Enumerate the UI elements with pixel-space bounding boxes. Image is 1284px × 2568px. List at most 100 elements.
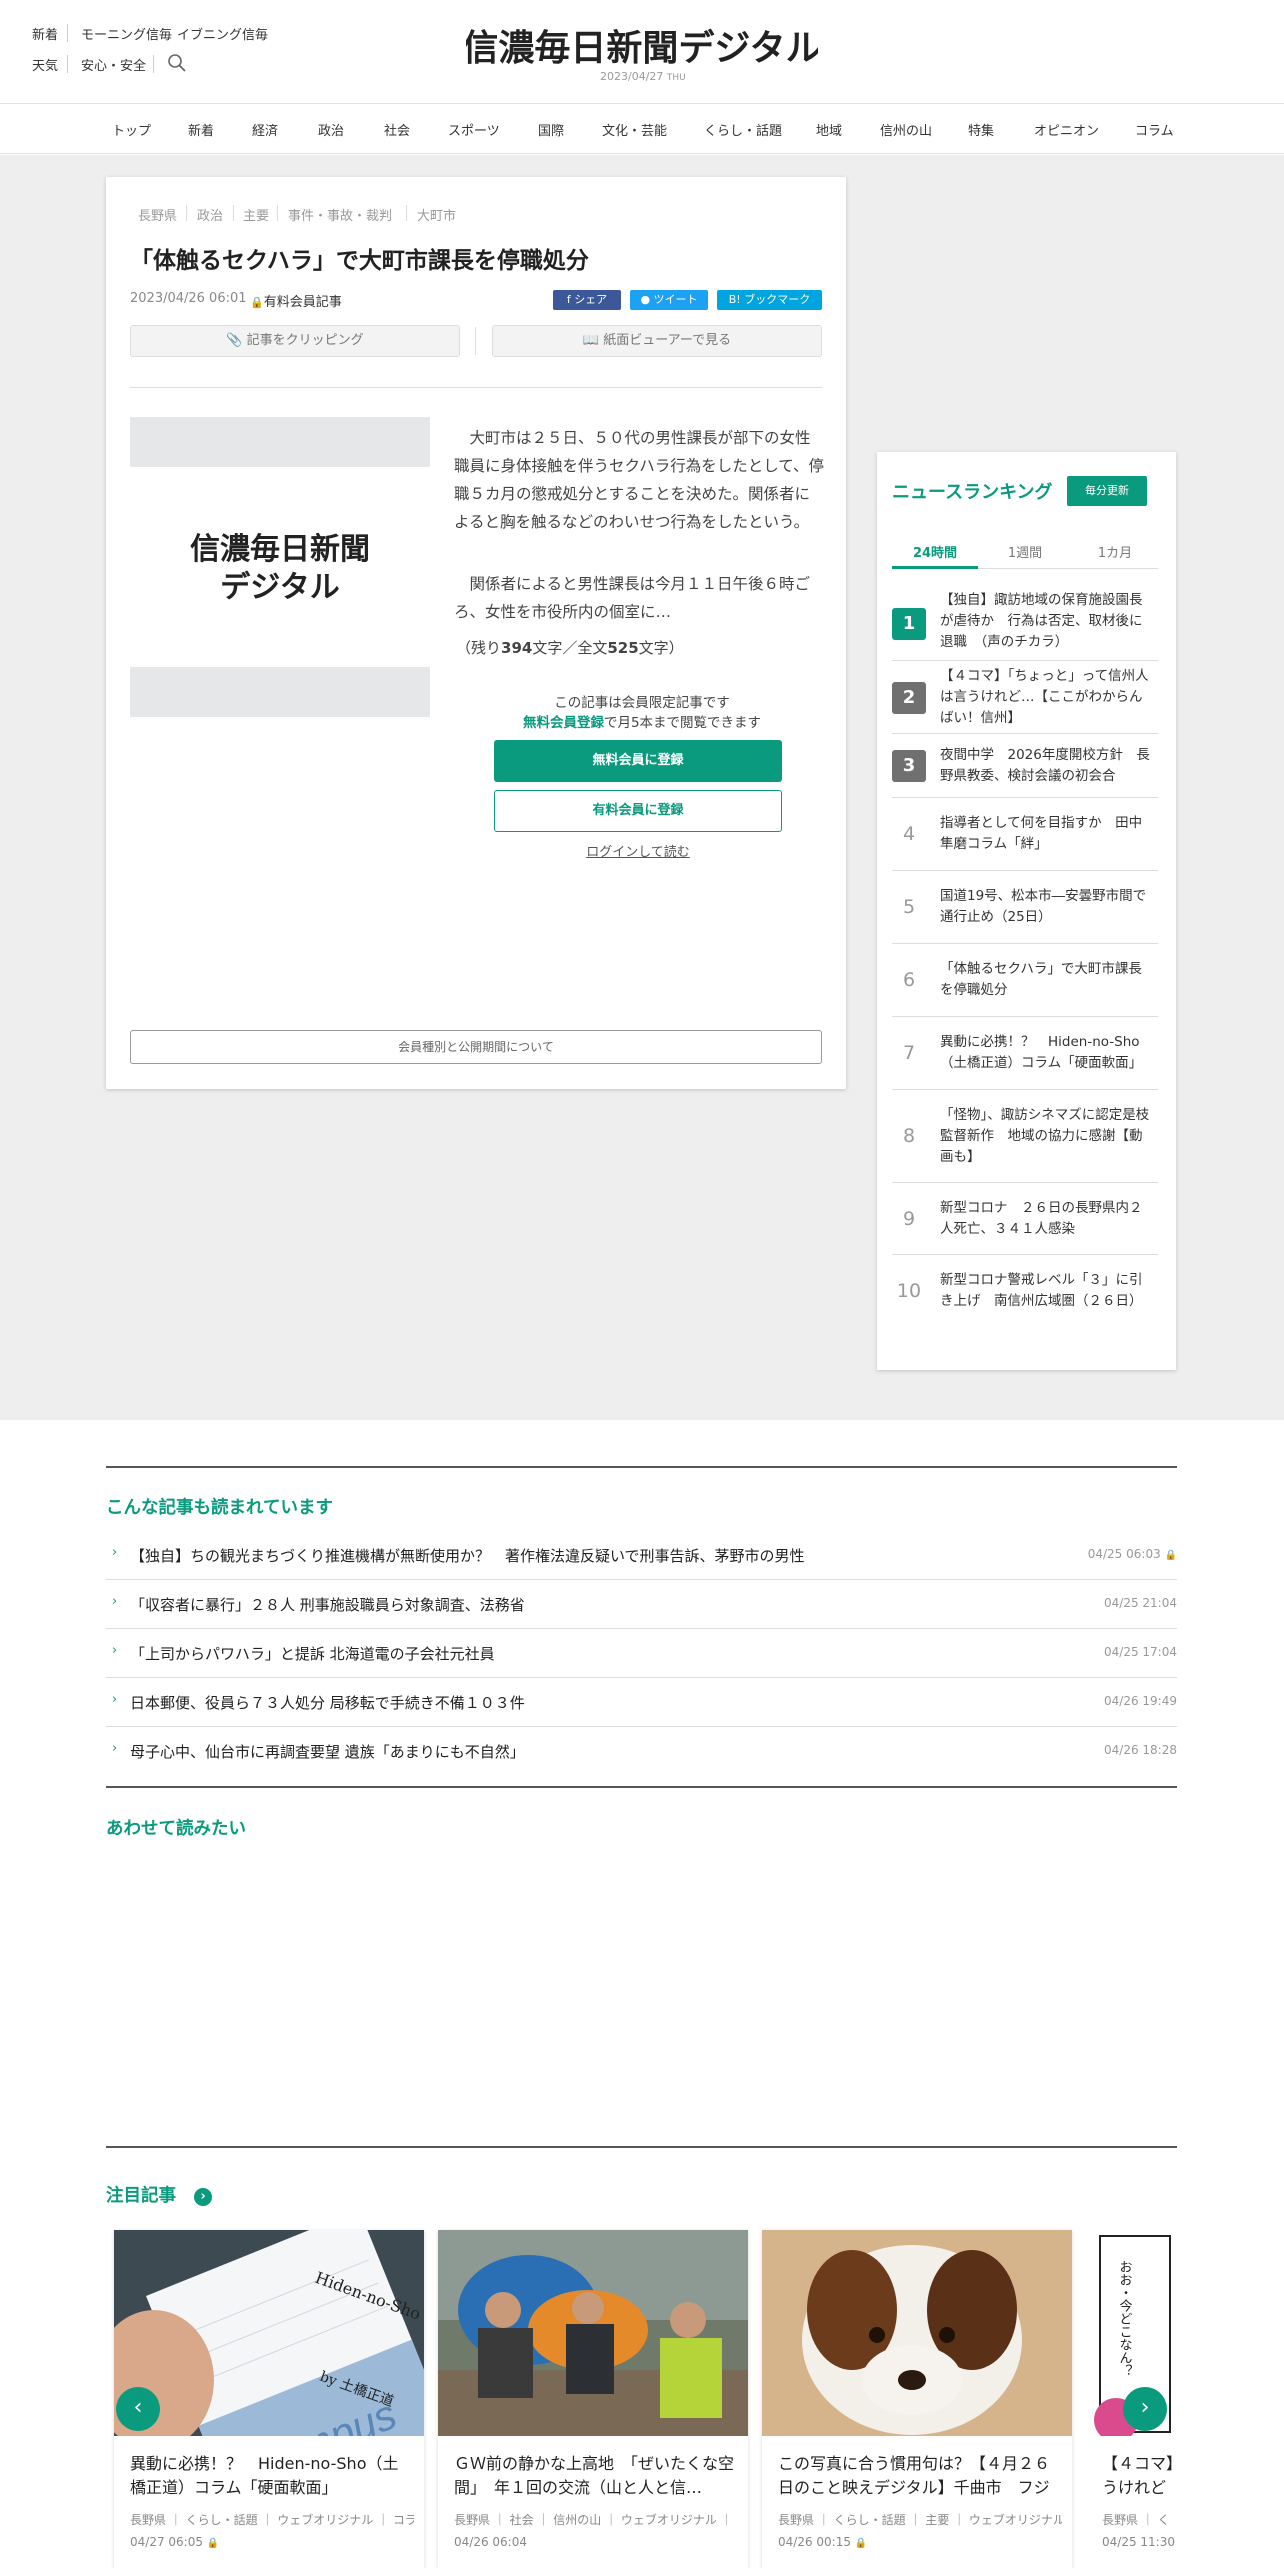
image-placeholder-bar (130, 417, 430, 467)
card-date-value: 04/26 00:15 (778, 2535, 851, 2549)
login-link[interactable]: ログインして読む (494, 841, 782, 860)
tag-main[interactable]: 主要 (243, 205, 269, 224)
tab-24h[interactable]: 24時間 (892, 542, 978, 561)
site-logo[interactable]: 信濃毎日新聞デジタル (462, 20, 821, 70)
featured-card[interactable]: この写真に合う慣用句は？【４月２６日のこと映えデジタル】千曲市 フジ 長野県 ｜… (762, 2230, 1072, 2568)
free-registration-link[interactable]: 無料会員登録 (523, 715, 604, 731)
tag-politics[interactable]: 政治 (197, 205, 223, 224)
nav-item-economy[interactable]: 経済 (252, 120, 278, 139)
logo-text: 信濃毎日新聞デジタル (466, 27, 818, 69)
total-count: 525 (607, 639, 639, 657)
featured-title-text: 注目記事 (106, 2186, 176, 2206)
clip-article-button[interactable]: 📎 記事をクリッピング (130, 325, 460, 357)
list-item[interactable]: › 母子心中、仙台市に再調査要望 遺族「あまりにも不自然」 04/26 18:2… (106, 1727, 1177, 1776)
facebook-share-button[interactable]: f シェア (553, 290, 621, 310)
news-ranking: ニュースランキング 毎分更新 24時間 1週間 1カ月 1 【独自】諏訪地域の保… (877, 452, 1176, 1370)
header-date: 2023/04/27 THU (600, 70, 686, 83)
member-info-button[interactable]: 会員種別と公開期間について (130, 1030, 822, 1064)
nav-item-opinion[interactable]: オピニオン (1034, 120, 1099, 139)
featured-card[interactable]: ＧＷ前の静かな上高地 「ぜいたくな空間」 年１回の交流（山と人と信… 長野県 ｜… (438, 2230, 748, 2568)
nav-item-mountains[interactable]: 信州の山 (880, 120, 932, 139)
tag-separator (186, 205, 187, 221)
ranking-item-title: 【４コマ】「ちょっと」って信州人は言うけれど…【ここがわからんばい！信州】 (940, 668, 1149, 726)
list-item-title: 日本郵便、役員ら７３人処分 局移転で手続き不備１０３件 (130, 1694, 525, 1712)
card-date: 04/25 11:30 (1102, 2535, 1175, 2549)
remain-count: 394 (501, 639, 533, 657)
twitter-share-button[interactable]: ● ツイート (630, 290, 708, 310)
facebook-share-label: シェア (574, 293, 608, 306)
ranking-item[interactable]: 2 【４コマ】「ちょっと」って信州人は言うけれど…【ここがわからんばい！信州】 (892, 661, 1158, 734)
ranking-item[interactable]: 9 新型コロナ ２６日の長野県内２人死亡、３４１人感染 (892, 1183, 1158, 1255)
ranking-item-title: 国道19号、松本市―安曇野市間で通行止め（25日） (940, 888, 1147, 925)
list-item-date: 04/25 17:04 (1104, 1645, 1177, 1659)
header-link-evening[interactable]: イブニング信毎 (177, 24, 268, 43)
tab-1week[interactable]: 1週間 (982, 542, 1068, 561)
featured-title[interactable]: 注目記事 › (106, 2182, 213, 2207)
chevron-right-icon: › (1140, 2395, 1150, 2420)
featured-card[interactable]: Campus Hiden-no-Sho by 土橋正道 異動に必携！？ Hide… (114, 2230, 424, 2568)
tab-1month[interactable]: 1カ月 (1072, 542, 1158, 561)
ranking-item-title: 指導者として何を目指すか 田中隼磨コラム「絆」 (940, 815, 1143, 852)
register-paid-button[interactable]: 有料会員に登録 (494, 790, 782, 832)
lock-icon: 🔒 (206, 2538, 220, 2549)
card-date: 04/27 06:05 🔒 (130, 2535, 219, 2549)
paper-viewer-button[interactable]: 📖 紙面ビューアーで見る (492, 325, 822, 357)
header-weekday: THU (666, 73, 686, 83)
carousel-prev-button[interactable]: ‹ (116, 2387, 160, 2431)
section-divider (106, 1466, 1177, 1468)
members-only-notice: この記事は会員限定記事です (554, 695, 730, 711)
header-link-morning[interactable]: モーニング信毎 (81, 24, 172, 43)
site-header: 新着 モーニング信毎 イブニング信毎 天気 安心・安全 信濃毎日新聞デジタル 2… (0, 0, 1284, 104)
card-image (438, 2230, 748, 2436)
ranking-item[interactable]: 8 「怪物」、諏訪シネマズに認定是枝監督新作 地域の協力に感謝【動画も】 (892, 1090, 1158, 1183)
register-free-button[interactable]: 無料会員に登録 (494, 740, 782, 782)
list-item[interactable]: › 「収容者に暴行」２８人 刑事施設職員ら対象調査、法務省 04/25 21:0… (106, 1580, 1177, 1629)
nav-item-special[interactable]: 特集 (968, 120, 994, 139)
list-item[interactable]: › 「上司からパワハラ」と提訴 北海道電の子会社元社員 04/25 17:04 (106, 1629, 1177, 1678)
ranking-item-title: 新型コロナ警戒レベル「３」に引き上げ 南信州広域圏（２６日） (940, 1272, 1143, 1309)
chevron-right-icon: › (112, 1692, 118, 1707)
together-title: あわせて読みたい (106, 1819, 246, 1839)
nav-item-international[interactable]: 国際 (538, 120, 564, 139)
nav-item-sports[interactable]: スポーツ (448, 120, 500, 139)
paper-viewer-label: 紙面ビューアーで見る (603, 333, 732, 348)
card-title: 【４コマ】「ちょっと」って信州人は言うけれど (1102, 2454, 1177, 2497)
tool-divider (475, 327, 476, 355)
svg-text:信濃毎日新聞: 信濃毎日新聞 (190, 532, 370, 567)
nav-item-life[interactable]: くらし・話題 (704, 120, 782, 139)
rank-number: 3 (892, 750, 926, 782)
header-link-new[interactable]: 新着 (32, 24, 58, 43)
tag-omachi[interactable]: 大町市 (417, 205, 456, 224)
tag-incident[interactable]: 事件・事故・裁判 (288, 205, 392, 224)
carousel-next-button[interactable]: › (1123, 2387, 1167, 2431)
nav-item-top[interactable]: トップ (112, 120, 151, 139)
book-icon: 📖 (582, 333, 600, 348)
nav-item-culture[interactable]: 文化・芸能 (602, 120, 667, 139)
ranking-item-title: 「怪物」、諏訪シネマズに認定是枝監督新作 地域の協力に感謝【動画も】 (940, 1107, 1150, 1165)
search-icon[interactable] (166, 52, 188, 74)
ranking-item[interactable]: 6 「体触るセクハラ」で大町市課長を停職処分 (892, 944, 1158, 1017)
ranking-item[interactable]: 7 異動に必携！？ Hiden-no-Sho（土橋正道）コラム「硬面軟面」 (892, 1017, 1158, 1090)
ranking-item-title: 異動に必携！？ Hiden-no-Sho（土橋正道）コラム「硬面軟面」 (940, 1034, 1143, 1071)
header-separator (153, 55, 154, 73)
list-item[interactable]: › 日本郵便、役員ら７３人処分 局移転で手続き不備１０３件 04/26 19:4… (106, 1678, 1177, 1727)
image-logo: 信濃毎日新聞 デジタル (190, 532, 370, 605)
tag-nagano[interactable]: 長野県 (138, 205, 177, 224)
nav-item-region[interactable]: 地域 (816, 120, 842, 139)
section-divider (106, 1786, 1177, 1788)
ranking-item[interactable]: 4 指導者として何を目指すか 田中隼磨コラム「絆」 (892, 798, 1158, 871)
nav-item-column[interactable]: コラム (1135, 120, 1174, 139)
ranking-item[interactable]: 10 新型コロナ警戒レベル「３」に引き上げ 南信州広域圏（２６日） (892, 1255, 1158, 1328)
card-image (762, 2230, 1072, 2436)
list-item[interactable]: › 【独自】ちの観光まちづくり推進機構が無断使用か？ 著作権法違反疑いで刑事告訴… (106, 1531, 1177, 1580)
ranking-item[interactable]: 1 【独自】諏訪地域の保育施設園長が虐待か 行為は否定、取材後に退職 （声のチカ… (892, 585, 1158, 661)
ranking-item[interactable]: 5 国道19号、松本市―安曇野市間で通行止め（25日） (892, 871, 1158, 944)
header-link-safety[interactable]: 安心・安全 (81, 55, 146, 74)
header-date-value: 2023/04/27 (600, 70, 664, 83)
nav-item-new[interactable]: 新着 (188, 120, 214, 139)
nav-item-politics[interactable]: 政治 (318, 120, 344, 139)
nav-item-society[interactable]: 社会 (384, 120, 410, 139)
hatena-bookmark-button[interactable]: B! ブックマーク (717, 290, 822, 310)
ranking-item[interactable]: 3 夜間中学 2026年度開校方針 長野県教委、検討会議の初会合 (892, 734, 1158, 798)
header-link-weather[interactable]: 天気 (32, 55, 58, 74)
